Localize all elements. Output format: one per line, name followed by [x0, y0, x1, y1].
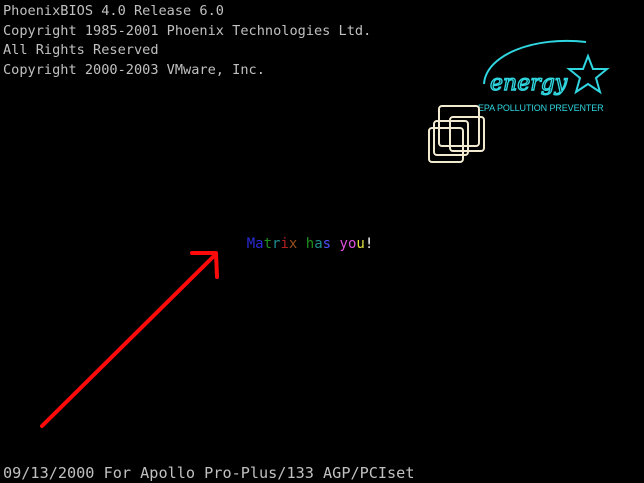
message-char: a — [255, 236, 264, 252]
message-char: s — [322, 236, 332, 252]
message-char: y — [339, 236, 348, 252]
bios-header: PhoenixBIOS 4.0 Release 6.0 Copyright 19… — [3, 2, 371, 80]
matrix-message: Matrix has you! — [213, 214, 374, 277]
message-char — [331, 236, 339, 252]
vmware-copyright-line: Copyright 2000-2003 VMware, Inc. — [3, 61, 265, 78]
message-char: ! — [364, 236, 374, 252]
bios-screen: PhoenixBIOS 4.0 Release 6.0 Copyright 19… — [0, 0, 644, 483]
message-char — [297, 236, 305, 252]
energy-wordmark: energy — [490, 71, 568, 96]
bios-version-line: PhoenixBIOS 4.0 Release 6.0 — [3, 3, 224, 19]
message-char: u — [356, 236, 365, 252]
rights-reserved-line: All Rights Reserved — [3, 42, 159, 58]
phoenix-copyright-line: Copyright 1985-2001 Phoenix Technologies… — [3, 22, 372, 39]
message-char: a — [314, 236, 323, 252]
energy-caption: EPA POLLUTION PREVENTER — [478, 103, 604, 113]
message-char: h — [305, 236, 315, 252]
bios-footer: 09/13/2000 For Apollo Pro-Plus/133 AGP/P… — [3, 464, 415, 482]
message-char: t — [263, 236, 273, 252]
red-arrow-icon — [40, 251, 219, 428]
vmware-logo-icon — [428, 105, 485, 163]
message-char: i — [280, 236, 289, 252]
message-char: M — [246, 236, 256, 252]
